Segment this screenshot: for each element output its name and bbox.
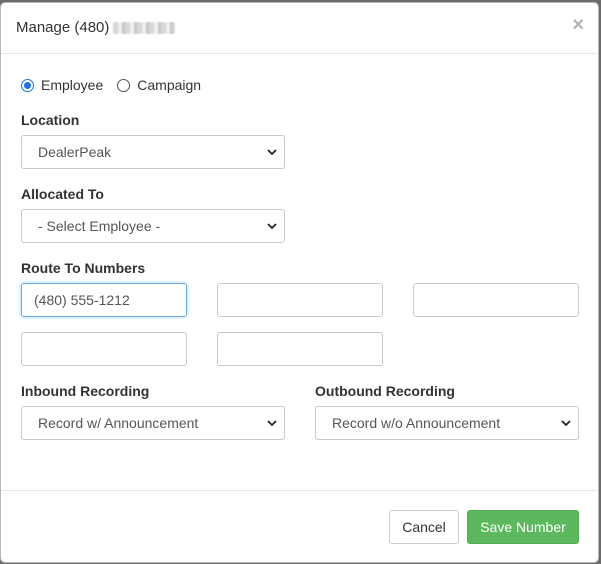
employee-select-value: - Select Employee - (38, 218, 161, 234)
dialog-header: Manage (480) × (1, 3, 598, 54)
save-number-button[interactable]: Save Number (467, 510, 579, 544)
redacted-number (113, 22, 176, 35)
inbound-recording-select[interactable]: Record w/ Announcement (21, 406, 285, 440)
assign-type-radio-group: Employee Campaign (21, 77, 215, 93)
close-icon[interactable]: × (572, 15, 584, 35)
inbound-recording-value: Record w/ Announcement (38, 415, 199, 431)
outbound-recording-select[interactable]: Record w/o Announcement (315, 406, 579, 440)
location-select[interactable]: DealerPeak (21, 135, 285, 169)
chevron-down-icon (267, 223, 277, 230)
chevron-down-icon (267, 420, 277, 427)
location-label: Location (21, 112, 80, 128)
employee-radio-label[interactable]: Employee (41, 77, 103, 93)
employee-select[interactable]: - Select Employee - (21, 209, 285, 243)
campaign-radio-label[interactable]: Campaign (137, 77, 201, 93)
cancel-button[interactable]: Cancel (389, 510, 459, 544)
dialog-title: Manage (480) (16, 19, 176, 36)
campaign-radio[interactable] (117, 78, 131, 92)
route-number-input-3[interactable] (413, 283, 579, 317)
outbound-recording-value: Record w/o Announcement (332, 415, 501, 431)
chevron-down-icon (561, 420, 571, 427)
manage-number-dialog: Manage (480) × Employee Campaign Locatio… (0, 2, 599, 563)
route-number-input-2[interactable] (217, 283, 383, 317)
allocated-to-label: Allocated To (21, 186, 104, 202)
route-to-numbers-label: Route To Numbers (21, 260, 146, 276)
location-select-value: DealerPeak (38, 144, 112, 160)
employee-radio[interactable] (21, 78, 34, 92)
route-number-input-5[interactable] (217, 332, 383, 366)
route-number-input-1[interactable]: (480) 555-1212 (21, 283, 187, 317)
inbound-recording-label: Inbound Recording (21, 383, 150, 399)
dialog-title-text: Manage (480) (16, 19, 110, 36)
chevron-down-icon (267, 149, 277, 156)
outbound-recording-label: Outbound Recording (315, 383, 455, 399)
footer-divider (1, 490, 598, 491)
route-number-input-4[interactable] (21, 332, 187, 366)
